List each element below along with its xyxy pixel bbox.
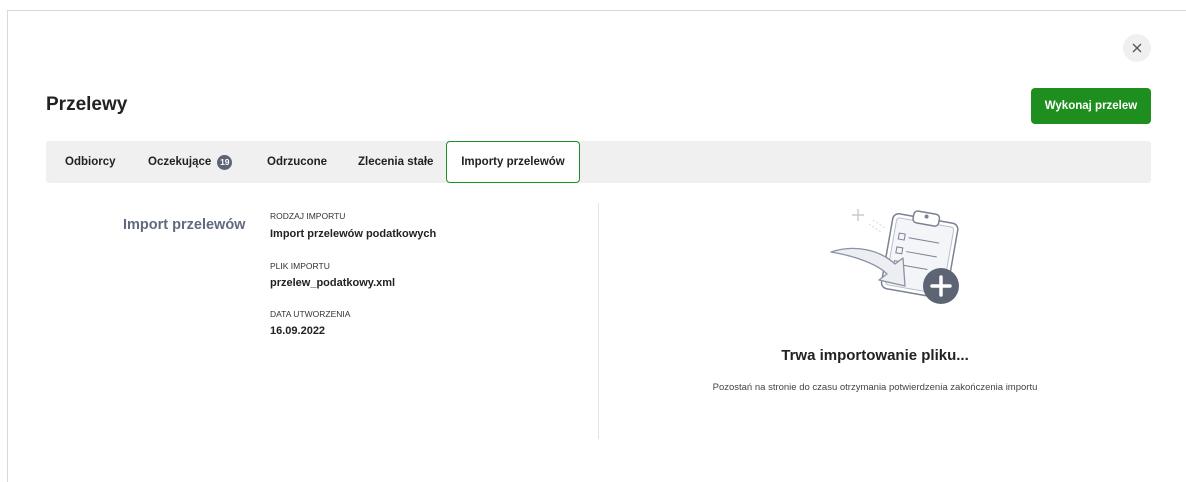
pending-count-badge: 19 xyxy=(217,154,233,170)
make-transfer-button[interactable]: Wykonaj przelew xyxy=(1031,88,1151,124)
page-title: Przelewy xyxy=(46,94,128,115)
import-file-value: przelew_podatkowy.xml xyxy=(270,277,396,289)
section-title: Import przelewów xyxy=(123,217,246,233)
status-title: Trwa importowanie pliku... xyxy=(781,347,969,364)
tab-label: Odbiorcy xyxy=(65,156,116,168)
creation-date-value: 16.09.2022 xyxy=(270,325,326,337)
tab-pending[interactable]: Oczekujące 19 xyxy=(148,141,233,183)
close-icon xyxy=(1132,43,1142,53)
tab-rejected[interactable]: Odrzucone xyxy=(267,141,327,183)
vertical-divider xyxy=(598,203,599,439)
tab-label: Importy przelewów xyxy=(461,156,565,168)
tab-standing-orders[interactable]: Zlecenia stałe xyxy=(358,141,433,183)
modal-frame xyxy=(7,10,1186,482)
tab-label: Odrzucone xyxy=(267,156,328,168)
import-type-label: RODZAJ IMPORTU xyxy=(270,211,346,221)
import-file-label: PLIK IMPORTU xyxy=(270,261,330,271)
import-type-value: Import przelewów podatkowych xyxy=(270,228,437,240)
tab-label: Zlecenia stałe xyxy=(358,156,434,168)
close-button[interactable] xyxy=(1123,34,1151,62)
clipboard-add-icon xyxy=(830,209,959,304)
tab-transfer-imports[interactable]: Importy przelewów xyxy=(446,141,580,183)
tab-label: Oczekujące xyxy=(148,156,212,168)
tab-bar: Odbiorcy Oczekujące 19 Odrzucone Zleceni… xyxy=(46,141,1151,183)
tab-recipients[interactable]: Odbiorcy xyxy=(65,141,115,183)
status-subtitle: Pozostań na stronie do czasu otrzymania … xyxy=(712,382,1038,393)
creation-date-label: DATA UTWORZENIA xyxy=(270,309,351,319)
